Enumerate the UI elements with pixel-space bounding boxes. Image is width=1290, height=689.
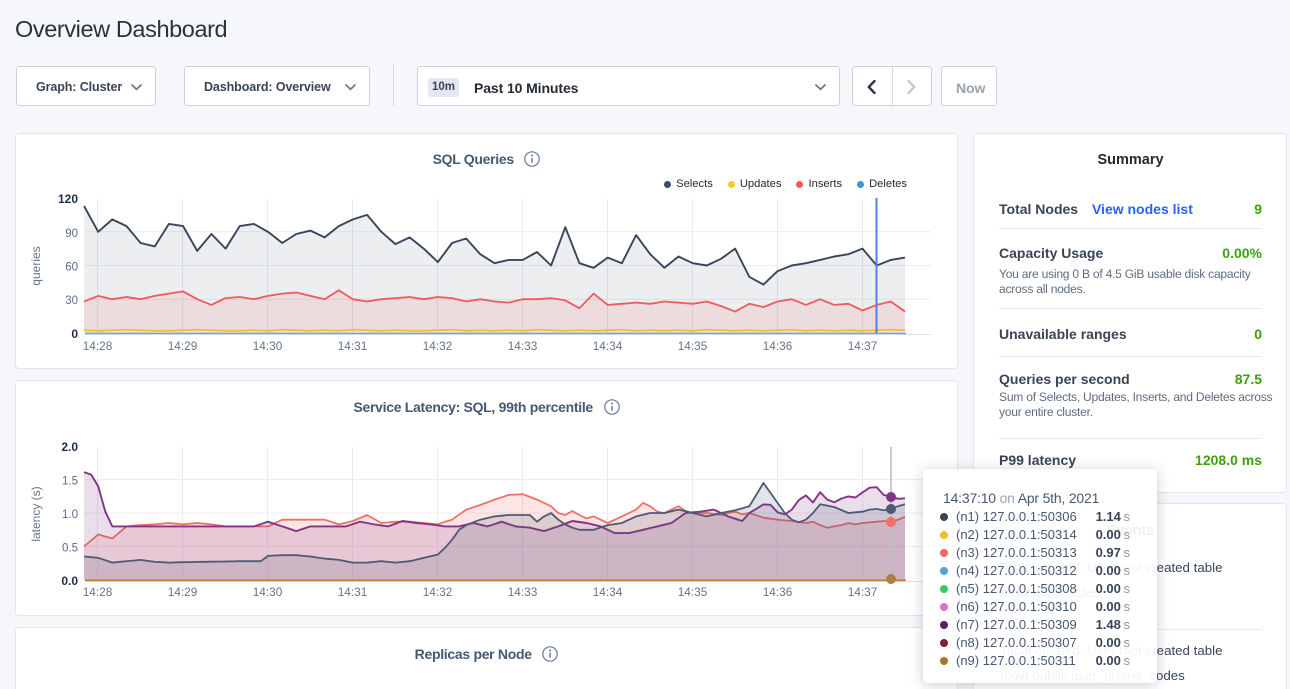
svg-text:14:34: 14:34	[593, 339, 623, 353]
svg-text:14:29: 14:29	[168, 585, 198, 599]
svg-text:14:37: 14:37	[848, 585, 878, 599]
svg-text:1.5: 1.5	[62, 476, 78, 488]
svg-text:30: 30	[65, 295, 78, 307]
svg-text:14:29: 14:29	[168, 339, 198, 353]
svg-text:14:34: 14:34	[593, 585, 623, 599]
svg-text:latency (s): latency (s)	[29, 486, 43, 541]
svg-text:14:28: 14:28	[83, 585, 113, 599]
svg-text:60: 60	[65, 262, 78, 274]
svg-text:14:32: 14:32	[423, 339, 453, 353]
svg-text:14:36: 14:36	[763, 585, 793, 599]
svg-text:14:37: 14:37	[848, 339, 878, 353]
svg-text:90: 90	[65, 228, 78, 240]
svg-text:14:30: 14:30	[253, 585, 283, 599]
svg-text:0.0: 0.0	[61, 574, 78, 588]
svg-text:14:33: 14:33	[508, 585, 538, 599]
svg-text:14:35: 14:35	[678, 339, 708, 353]
svg-text:14:33: 14:33	[508, 339, 538, 353]
svg-text:2.0: 2.0	[61, 440, 78, 454]
svg-text:14:36: 14:36	[763, 339, 793, 353]
svg-text:14:35: 14:35	[678, 585, 708, 599]
svg-text:0: 0	[71, 327, 78, 341]
svg-text:14:31: 14:31	[338, 585, 368, 599]
svg-text:14:30: 14:30	[253, 339, 283, 353]
svg-text:120: 120	[58, 192, 78, 206]
svg-text:0.5: 0.5	[62, 543, 78, 555]
svg-text:14:28: 14:28	[83, 339, 113, 353]
svg-text:14:31: 14:31	[338, 339, 368, 353]
svg-text:queries: queries	[29, 246, 43, 285]
svg-text:1.0: 1.0	[62, 509, 78, 521]
svg-text:14:32: 14:32	[423, 585, 453, 599]
